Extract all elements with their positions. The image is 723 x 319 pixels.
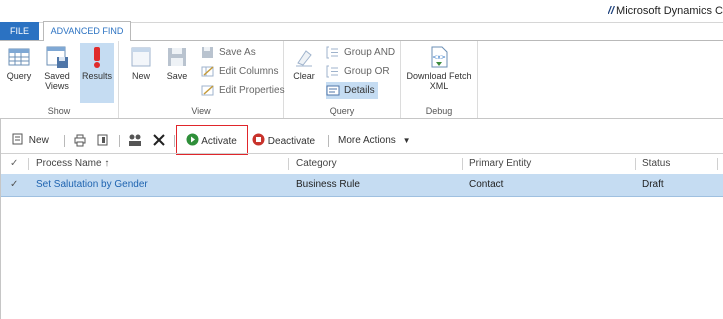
- group-label-view: View: [191, 106, 211, 116]
- deactivate-icon: [252, 133, 265, 146]
- ribbon: Query Saved Views Results Show New Save …: [0, 41, 723, 119]
- deactivate-label: Deactivate: [267, 136, 316, 147]
- edit-properties-icon: [201, 85, 214, 96]
- column-divider: [28, 158, 29, 170]
- save-label: Save: [166, 71, 188, 81]
- chevron-down-icon: ▼: [402, 136, 411, 145]
- delete-button[interactable]: [152, 133, 166, 149]
- print-button[interactable]: [73, 133, 87, 149]
- ribbon-group-view: New Save Save As Edit Columns Edit Prope…: [119, 41, 285, 118]
- cell-primary-entity: Contact: [469, 179, 504, 190]
- divider: [328, 135, 329, 147]
- save-as-icon: [202, 47, 213, 58]
- query-label: Query: [6, 71, 32, 81]
- activate-highlight: [176, 125, 248, 155]
- command-bar: New Activate Deactivate More Actions ▼: [0, 129, 723, 153]
- results-icon: [94, 47, 100, 68]
- save-as-button[interactable]: Save As: [201, 44, 256, 61]
- cell-category: Business Rule: [296, 179, 360, 190]
- group-and-label: Group AND: [344, 47, 396, 58]
- brand-text: Microsoft Dynamics C: [616, 5, 723, 17]
- save-button[interactable]: Save: [163, 45, 191, 81]
- deactivate-button[interactable]: Deactivate: [252, 133, 315, 149]
- export-button[interactable]: [96, 133, 110, 149]
- column-divider: [288, 158, 289, 170]
- ribbon-group-query: Clear Group AND Group OR Details Query: [284, 41, 401, 118]
- cell-process-name[interactable]: Set Salutation by Gender: [30, 174, 285, 196]
- group-label-debug: Debug: [425, 106, 453, 116]
- details-icon: [326, 85, 340, 96]
- group-and-icon: [326, 46, 338, 59]
- check-icon: ✓: [10, 179, 19, 190]
- details-label: Details: [344, 85, 375, 96]
- print-icon: [74, 134, 86, 147]
- saved-views-button[interactable]: Saved Views: [40, 45, 74, 91]
- group-or-icon: [326, 65, 338, 78]
- new-label: New: [131, 71, 150, 81]
- new-button[interactable]: New: [127, 45, 155, 81]
- table-row[interactable]: ✓ Set Salutation by Gender Business Rule…: [0, 174, 723, 197]
- divider: [174, 135, 175, 147]
- download-fetch-xml-icon: <x>: [431, 46, 448, 68]
- left-border: [0, 118, 1, 319]
- column-header-process-name[interactable]: Process Name ↑: [30, 154, 285, 174]
- ribbon-tabs: FILE ADVANCED FIND: [0, 21, 723, 42]
- divider: [119, 135, 120, 147]
- cell-status: Draft: [642, 179, 664, 190]
- grid-header: ✓ Process Name ↑ Category Primary Entity…: [0, 153, 723, 175]
- download-fetch-xml-button[interactable]: <x> Download Fetch XML: [405, 45, 473, 91]
- new-record-button[interactable]: New: [12, 133, 49, 149]
- download-fetch-xml-label: Download Fetch XML: [406, 71, 472, 91]
- new-record-icon: [12, 133, 23, 145]
- edit-columns-button[interactable]: Edit Columns: [201, 63, 278, 80]
- divider: [64, 135, 65, 147]
- export-icon: [97, 134, 108, 146]
- column-header-primary-entity[interactable]: Primary Entity: [463, 154, 633, 174]
- details-button[interactable]: Details: [326, 82, 378, 99]
- brand-logo: //Microsoft Dynamics C: [608, 5, 723, 17]
- clear-icon: [296, 50, 312, 67]
- tab-file[interactable]: FILE: [0, 22, 39, 40]
- column-divider: [717, 158, 718, 170]
- group-label-query: Query: [329, 106, 355, 116]
- group-or-button[interactable]: Group OR: [326, 63, 390, 80]
- ribbon-group-debug: <x> Download Fetch XML Debug: [401, 41, 478, 118]
- new-record-label: New: [28, 135, 49, 146]
- saved-views-label: Saved Views: [44, 71, 70, 91]
- assign-button[interactable]: [127, 133, 143, 149]
- ribbon-group-show: Query Saved Views Results Show: [0, 41, 119, 118]
- column-header-status[interactable]: Status: [636, 154, 716, 174]
- edit-columns-icon: [201, 66, 214, 77]
- saved-views-icon: [46, 46, 68, 68]
- edit-properties-button[interactable]: Edit Properties: [201, 82, 285, 99]
- edit-properties-label: Edit Properties: [219, 85, 285, 96]
- assign-icon: [129, 134, 141, 146]
- group-or-label: Group OR: [344, 66, 390, 77]
- select-all-checkbox[interactable]: ✓: [4, 154, 26, 174]
- group-and-button[interactable]: Group AND: [326, 44, 395, 61]
- more-actions-button[interactable]: More Actions ▼: [338, 133, 411, 149]
- row-checkbox[interactable]: ✓: [4, 174, 26, 196]
- tab-advanced-find[interactable]: ADVANCED FIND: [43, 21, 131, 42]
- edit-columns-label: Edit Columns: [219, 66, 279, 77]
- new-icon: [131, 47, 151, 67]
- clear-label: Clear: [293, 71, 315, 81]
- save-icon: [168, 48, 186, 66]
- delete-icon: [153, 134, 165, 146]
- results-button[interactable]: Results: [80, 43, 114, 103]
- dynamics-logo-icon: //: [607, 5, 615, 17]
- results-label: Results: [81, 71, 112, 81]
- top-bar: //Microsoft Dynamics C: [0, 0, 723, 23]
- save-as-label: Save As: [219, 47, 256, 58]
- clear-button[interactable]: Clear: [290, 45, 318, 81]
- group-label-show: Show: [47, 106, 71, 116]
- svg-text:<x>: <x>: [432, 54, 446, 61]
- more-actions-label: More Actions: [338, 135, 396, 146]
- check-icon: ✓: [10, 158, 19, 169]
- query-icon: [8, 48, 30, 66]
- column-header-category[interactable]: Category: [290, 154, 460, 174]
- query-button[interactable]: Query: [4, 45, 34, 81]
